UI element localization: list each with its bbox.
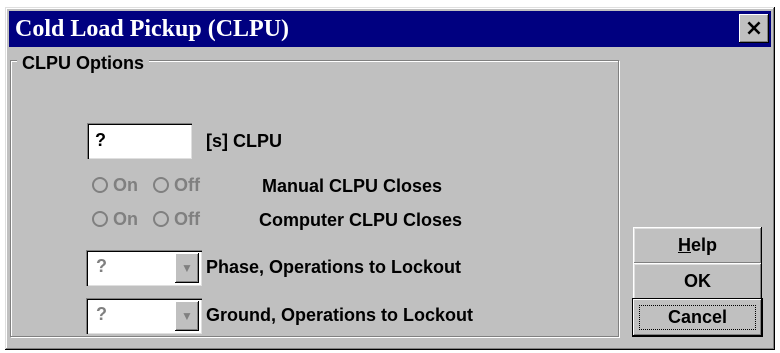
manual-closes-radios: On Off xyxy=(92,175,210,196)
manual-on-radio[interactable]: On xyxy=(92,175,138,196)
computer-off-radio[interactable]: Off xyxy=(153,209,200,230)
chevron-down-icon[interactable]: ▼ xyxy=(175,253,199,283)
radio-icon xyxy=(153,211,170,227)
help-button[interactable]: Help xyxy=(633,227,762,264)
computer-off-label: Off xyxy=(174,209,201,229)
manual-closes-label: Manual CLPU Closes xyxy=(262,176,443,196)
ground-ops-select[interactable]: ? ▼ xyxy=(86,298,202,334)
chevron-down-icon[interactable]: ▼ xyxy=(175,301,199,331)
computer-on-label: On xyxy=(113,209,138,229)
manual-off-label: Off xyxy=(174,175,201,195)
group-legend: CLPU Options xyxy=(17,53,149,74)
manual-on-label: On xyxy=(113,175,138,195)
radio-icon xyxy=(92,177,108,193)
clpu-time-label: [s] CLPU xyxy=(206,131,282,151)
clpu-options-group xyxy=(10,60,619,337)
close-icon[interactable]: × xyxy=(739,14,769,43)
help-mnemonic: H xyxy=(677,235,691,255)
ok-button[interactable]: OK xyxy=(633,263,762,300)
ground-ops-value: ? xyxy=(96,304,107,324)
window-title: Cold Load Pickup (CLPU) xyxy=(15,16,290,42)
computer-on-radio[interactable]: On xyxy=(92,209,138,230)
clpu-time-input[interactable]: ? xyxy=(87,123,192,159)
manual-off-radio[interactable]: Off xyxy=(153,175,200,196)
title-bar[interactable]: Cold Load Pickup (CLPU) × xyxy=(9,11,771,47)
computer-closes-label: Computer CLPU Closes xyxy=(259,210,463,230)
cancel-button[interactable]: Cancel xyxy=(633,299,762,336)
help-label: elp xyxy=(690,235,717,255)
phase-ops-label: Phase, Operations to Lockout xyxy=(206,257,462,277)
ground-ops-label: Ground, Operations to Lockout xyxy=(206,305,473,325)
computer-closes-radios: On Off xyxy=(92,209,210,230)
phase-ops-select[interactable]: ? ▼ xyxy=(86,250,202,286)
focus-rectangle xyxy=(639,305,756,330)
phase-ops-value: ? xyxy=(96,256,107,276)
radio-icon xyxy=(153,177,170,193)
radio-icon xyxy=(92,211,108,227)
